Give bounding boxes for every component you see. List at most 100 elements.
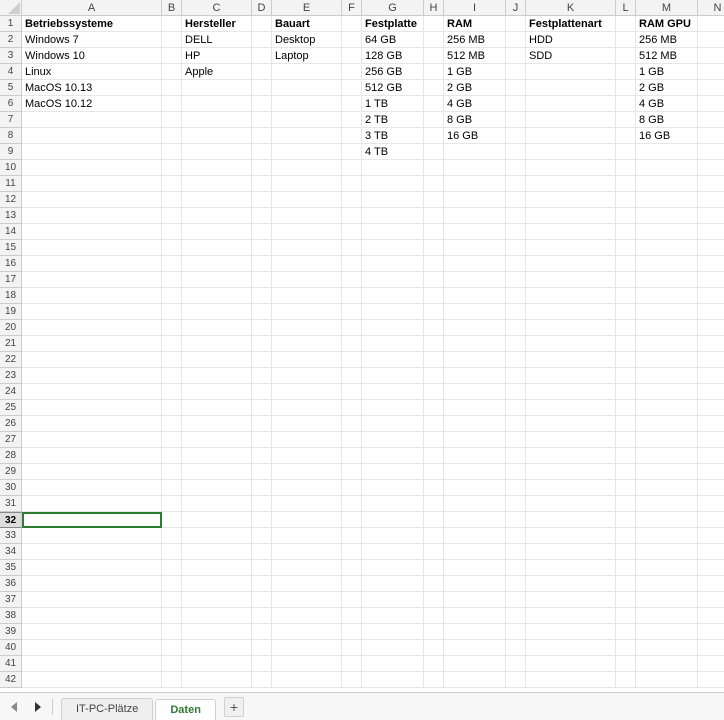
cell-D23[interactable] [252, 368, 272, 384]
cell-B21[interactable] [162, 336, 182, 352]
cell-D31[interactable] [252, 496, 272, 512]
cell-G23[interactable] [362, 368, 424, 384]
cell-J14[interactable] [506, 224, 526, 240]
cell-I26[interactable] [444, 416, 506, 432]
cell-C16[interactable] [182, 256, 252, 272]
cell-K8[interactable] [526, 128, 616, 144]
cell-K22[interactable] [526, 352, 616, 368]
cell-E22[interactable] [272, 352, 342, 368]
row-header[interactable]: 13 [0, 208, 22, 224]
cell-M3[interactable]: 512 MB [636, 48, 698, 64]
cell-J9[interactable] [506, 144, 526, 160]
cell-G12[interactable] [362, 192, 424, 208]
cell-D1[interactable] [252, 16, 272, 32]
cell-D5[interactable] [252, 80, 272, 96]
row-header[interactable]: 25 [0, 400, 22, 416]
cell-L2[interactable] [616, 32, 636, 48]
cell-H41[interactable] [424, 656, 444, 672]
cell-K10[interactable] [526, 160, 616, 176]
cell-L27[interactable] [616, 432, 636, 448]
cell-A40[interactable] [22, 640, 162, 656]
cell-H14[interactable] [424, 224, 444, 240]
cell-J24[interactable] [506, 384, 526, 400]
cell-C36[interactable] [182, 576, 252, 592]
cell-B29[interactable] [162, 464, 182, 480]
cell-M40[interactable] [636, 640, 698, 656]
cell-M30[interactable] [636, 480, 698, 496]
cell-F15[interactable] [342, 240, 362, 256]
cell-A23[interactable] [22, 368, 162, 384]
cell-N35[interactable] [698, 560, 724, 576]
cell-B35[interactable] [162, 560, 182, 576]
cell-A2[interactable]: Windows 7 [22, 32, 162, 48]
cell-B33[interactable] [162, 528, 182, 544]
cell-I22[interactable] [444, 352, 506, 368]
cell-K31[interactable] [526, 496, 616, 512]
cell-I41[interactable] [444, 656, 506, 672]
cell-F28[interactable] [342, 448, 362, 464]
cell-F42[interactable] [342, 672, 362, 688]
cell-J39[interactable] [506, 624, 526, 640]
cell-C11[interactable] [182, 176, 252, 192]
cell-H40[interactable] [424, 640, 444, 656]
cell-J17[interactable] [506, 272, 526, 288]
cell-D25[interactable] [252, 400, 272, 416]
cell-F5[interactable] [342, 80, 362, 96]
cell-H15[interactable] [424, 240, 444, 256]
cell-H42[interactable] [424, 672, 444, 688]
cell-N32[interactable] [698, 512, 724, 528]
cell-C38[interactable] [182, 608, 252, 624]
cell-H6[interactable] [424, 96, 444, 112]
cell-L20[interactable] [616, 320, 636, 336]
cell-B27[interactable] [162, 432, 182, 448]
cell-K36[interactable] [526, 576, 616, 592]
cell-I30[interactable] [444, 480, 506, 496]
cell-J11[interactable] [506, 176, 526, 192]
cell-E27[interactable] [272, 432, 342, 448]
cell-C27[interactable] [182, 432, 252, 448]
cell-C24[interactable] [182, 384, 252, 400]
cell-I31[interactable] [444, 496, 506, 512]
cell-A14[interactable] [22, 224, 162, 240]
cell-K2[interactable]: HDD [526, 32, 616, 48]
cell-N6[interactable] [698, 96, 724, 112]
cell-L23[interactable] [616, 368, 636, 384]
cell-K5[interactable] [526, 80, 616, 96]
cell-F13[interactable] [342, 208, 362, 224]
cell-D3[interactable] [252, 48, 272, 64]
cell-I25[interactable] [444, 400, 506, 416]
tab-nav-next[interactable] [28, 698, 46, 716]
cell-B22[interactable] [162, 352, 182, 368]
cell-D20[interactable] [252, 320, 272, 336]
cell-N8[interactable] [698, 128, 724, 144]
cell-A7[interactable] [22, 112, 162, 128]
cell-E19[interactable] [272, 304, 342, 320]
cell-K13[interactable] [526, 208, 616, 224]
cell-K38[interactable] [526, 608, 616, 624]
cell-D30[interactable] [252, 480, 272, 496]
cell-I39[interactable] [444, 624, 506, 640]
select-all-corner[interactable] [0, 0, 22, 16]
row-header[interactable]: 23 [0, 368, 22, 384]
column-header-N[interactable]: N [698, 0, 724, 16]
cell-M5[interactable]: 2 GB [636, 80, 698, 96]
cell-D9[interactable] [252, 144, 272, 160]
cell-G15[interactable] [362, 240, 424, 256]
cell-A27[interactable] [22, 432, 162, 448]
cell-N22[interactable] [698, 352, 724, 368]
cell-A21[interactable] [22, 336, 162, 352]
cell-N17[interactable] [698, 272, 724, 288]
cell-G24[interactable] [362, 384, 424, 400]
cell-B19[interactable] [162, 304, 182, 320]
cell-F27[interactable] [342, 432, 362, 448]
cell-G34[interactable] [362, 544, 424, 560]
cell-M41[interactable] [636, 656, 698, 672]
cell-C41[interactable] [182, 656, 252, 672]
row-header[interactable]: 35 [0, 560, 22, 576]
cell-D40[interactable] [252, 640, 272, 656]
cell-H23[interactable] [424, 368, 444, 384]
cell-I38[interactable] [444, 608, 506, 624]
cell-N11[interactable] [698, 176, 724, 192]
cell-F10[interactable] [342, 160, 362, 176]
cell-D11[interactable] [252, 176, 272, 192]
